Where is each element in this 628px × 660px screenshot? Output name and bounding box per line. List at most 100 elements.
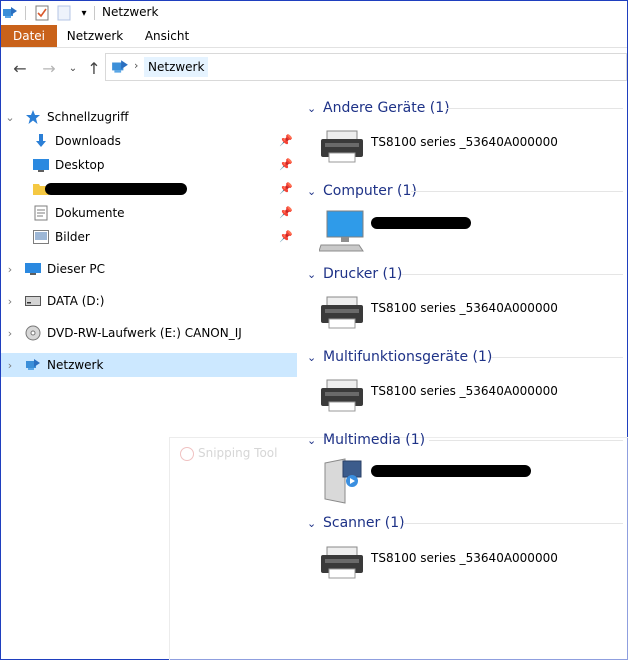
group-divider: [403, 523, 623, 524]
window-title: Netzwerk: [102, 5, 159, 19]
network-icon: [111, 58, 129, 79]
nav-item-desktop[interactable]: Desktop 📌: [1, 153, 297, 177]
nav-item-label: Dokumente: [55, 206, 125, 220]
explorer-window: ▾ Netzwerk Datei Netzwerk Ansicht ← → ⌄ …: [0, 0, 628, 660]
group-title: Multimedia (1): [323, 432, 426, 448]
nav-item-label: Dieser PC: [47, 262, 105, 276]
expand-chevron-icon[interactable]: ›: [1, 359, 19, 372]
expand-chevron-icon[interactable]: ›: [1, 327, 19, 340]
printer-icon: [319, 378, 365, 417]
nav-item-label: Downloads: [55, 134, 121, 148]
nav-item-network[interactable]: › Netzwerk: [1, 353, 297, 377]
group-title: Andere Geräte (1): [323, 100, 450, 116]
dvd-drive-icon: [25, 325, 41, 341]
group-header-multimedia[interactable]: ⌄ Multimedia (1): [307, 429, 425, 451]
nav-item-label: Bilder: [55, 230, 90, 244]
group-header-other-devices[interactable]: ⌄ Andere Geräte (1): [307, 97, 450, 119]
pin-icon[interactable]: 📌: [279, 158, 293, 171]
computer-item[interactable]: [318, 209, 471, 253]
pin-icon[interactable]: 📌: [279, 206, 293, 219]
documents-icon: [33, 205, 49, 221]
nav-item-folder[interactable]: 📌: [1, 177, 297, 201]
media-server-icon: [319, 457, 365, 508]
group-header-printers[interactable]: ⌄ Drucker (1): [307, 263, 402, 285]
collapse-chevron-icon[interactable]: ⌄: [307, 102, 321, 115]
customize-toolbar-icon[interactable]: ▾: [75, 4, 93, 22]
group-divider: [411, 191, 623, 192]
group-header-multifunction[interactable]: ⌄ Multifunktionsgeräte (1): [307, 346, 492, 368]
nav-item-this-pc[interactable]: › Dieser PC: [1, 257, 297, 281]
collapse-chevron-icon[interactable]: ⌄: [307, 268, 321, 281]
breadcrumb-network[interactable]: Netzwerk: [144, 57, 209, 77]
group-title: Multifunktionsgeräte (1): [323, 349, 493, 365]
group-title: Computer (1): [323, 183, 417, 199]
ribbon-tabs: Datei Netzwerk Ansicht: [1, 25, 627, 47]
printer-icon: [319, 129, 365, 168]
content-pane: ⌄ Andere Geräte (1) TS8100 series _53640…: [299, 91, 627, 659]
up-arrow-icon[interactable]: ↑: [84, 58, 104, 78]
pin-icon[interactable]: 📌: [279, 134, 293, 147]
expand-chevron-icon[interactable]: ›: [1, 263, 19, 276]
redaction-mark: [371, 465, 531, 477]
group-header-scanner[interactable]: ⌄ Scanner (1): [307, 512, 405, 534]
nav-item-label: DVD-RW-Laufwerk (E:) CANON_IJ: [47, 326, 242, 340]
collapse-chevron-icon[interactable]: ⌄: [307, 185, 321, 198]
device-item[interactable]: TS8100 series _53640A000000: [319, 378, 558, 422]
overlay-title: Snipping Tool: [198, 446, 278, 460]
nav-item-label: Desktop: [55, 158, 105, 172]
nav-item-data-drive[interactable]: › DATA (D:): [1, 289, 297, 313]
recent-locations-icon[interactable]: ⌄: [63, 58, 83, 78]
separator: [94, 6, 95, 20]
collapse-chevron-icon[interactable]: ⌄: [1, 111, 19, 124]
group-divider: [447, 108, 623, 109]
breadcrumb-chevron-icon[interactable]: ›: [134, 59, 138, 72]
collapse-chevron-icon[interactable]: ⌄: [307, 434, 321, 447]
download-icon: [33, 133, 49, 149]
nav-item-dvd-drive[interactable]: › DVD-RW-Laufwerk (E:) CANON_IJ: [1, 321, 297, 345]
tab-file[interactable]: Datei: [1, 25, 57, 47]
redaction-mark: [371, 217, 471, 229]
forward-arrow-icon[interactable]: →: [39, 58, 59, 78]
device-item[interactable]: TS8100 series _53640A000000: [319, 129, 558, 173]
pictures-icon: [33, 229, 49, 245]
group-header-computer[interactable]: ⌄ Computer (1): [307, 180, 417, 202]
printer-icon: [319, 295, 365, 334]
tab-network[interactable]: Netzwerk: [63, 25, 127, 47]
device-item[interactable]: TS8100 series _53640A000000: [319, 545, 558, 589]
this-pc-icon: [25, 261, 41, 277]
group-divider: [401, 274, 623, 275]
star-icon: [25, 109, 41, 125]
expand-chevron-icon[interactable]: ›: [1, 295, 19, 308]
collapse-chevron-icon[interactable]: ⌄: [307, 351, 321, 364]
device-label: TS8100 series _53640A000000: [371, 301, 558, 315]
back-arrow-icon[interactable]: ←: [10, 58, 30, 78]
network-icon: [25, 357, 41, 373]
properties-icon[interactable]: [33, 4, 51, 22]
redaction-mark: [45, 183, 187, 195]
title-bar: ▾ Netzwerk: [1, 1, 627, 25]
printer-icon: [319, 545, 365, 584]
device-label: TS8100 series _53640A000000: [371, 384, 558, 398]
pin-icon[interactable]: 📌: [279, 182, 293, 195]
device-label: TS8100 series _53640A000000: [371, 135, 558, 149]
nav-item-label: Schnellzugriff: [47, 110, 129, 124]
nav-item-downloads[interactable]: Downloads 📌: [1, 129, 297, 153]
group-title: Drucker (1): [323, 266, 403, 282]
pin-icon[interactable]: 📌: [279, 230, 293, 243]
nav-item-pictures[interactable]: Bilder 📌: [1, 225, 297, 249]
drive-icon: [25, 293, 41, 309]
new-folder-icon[interactable]: [55, 4, 73, 22]
nav-item-documents[interactable]: Dokumente 📌: [1, 201, 297, 225]
tab-view[interactable]: Ansicht: [137, 25, 197, 47]
address-bar[interactable]: › Netzwerk: [105, 53, 627, 81]
nav-item-label: DATA (D:): [47, 294, 105, 308]
nav-item-quick-access[interactable]: ⌄ Schnellzugriff: [1, 105, 297, 129]
nav-item-label: Netzwerk: [47, 358, 104, 372]
group-divider: [491, 357, 623, 358]
device-item[interactable]: TS8100 series _53640A000000: [319, 295, 558, 339]
network-icon[interactable]: [1, 4, 19, 22]
separator: [25, 6, 26, 20]
media-server-item[interactable]: [319, 457, 531, 504]
collapse-chevron-icon[interactable]: ⌄: [307, 517, 321, 530]
device-label: TS8100 series _53640A000000: [371, 551, 558, 565]
